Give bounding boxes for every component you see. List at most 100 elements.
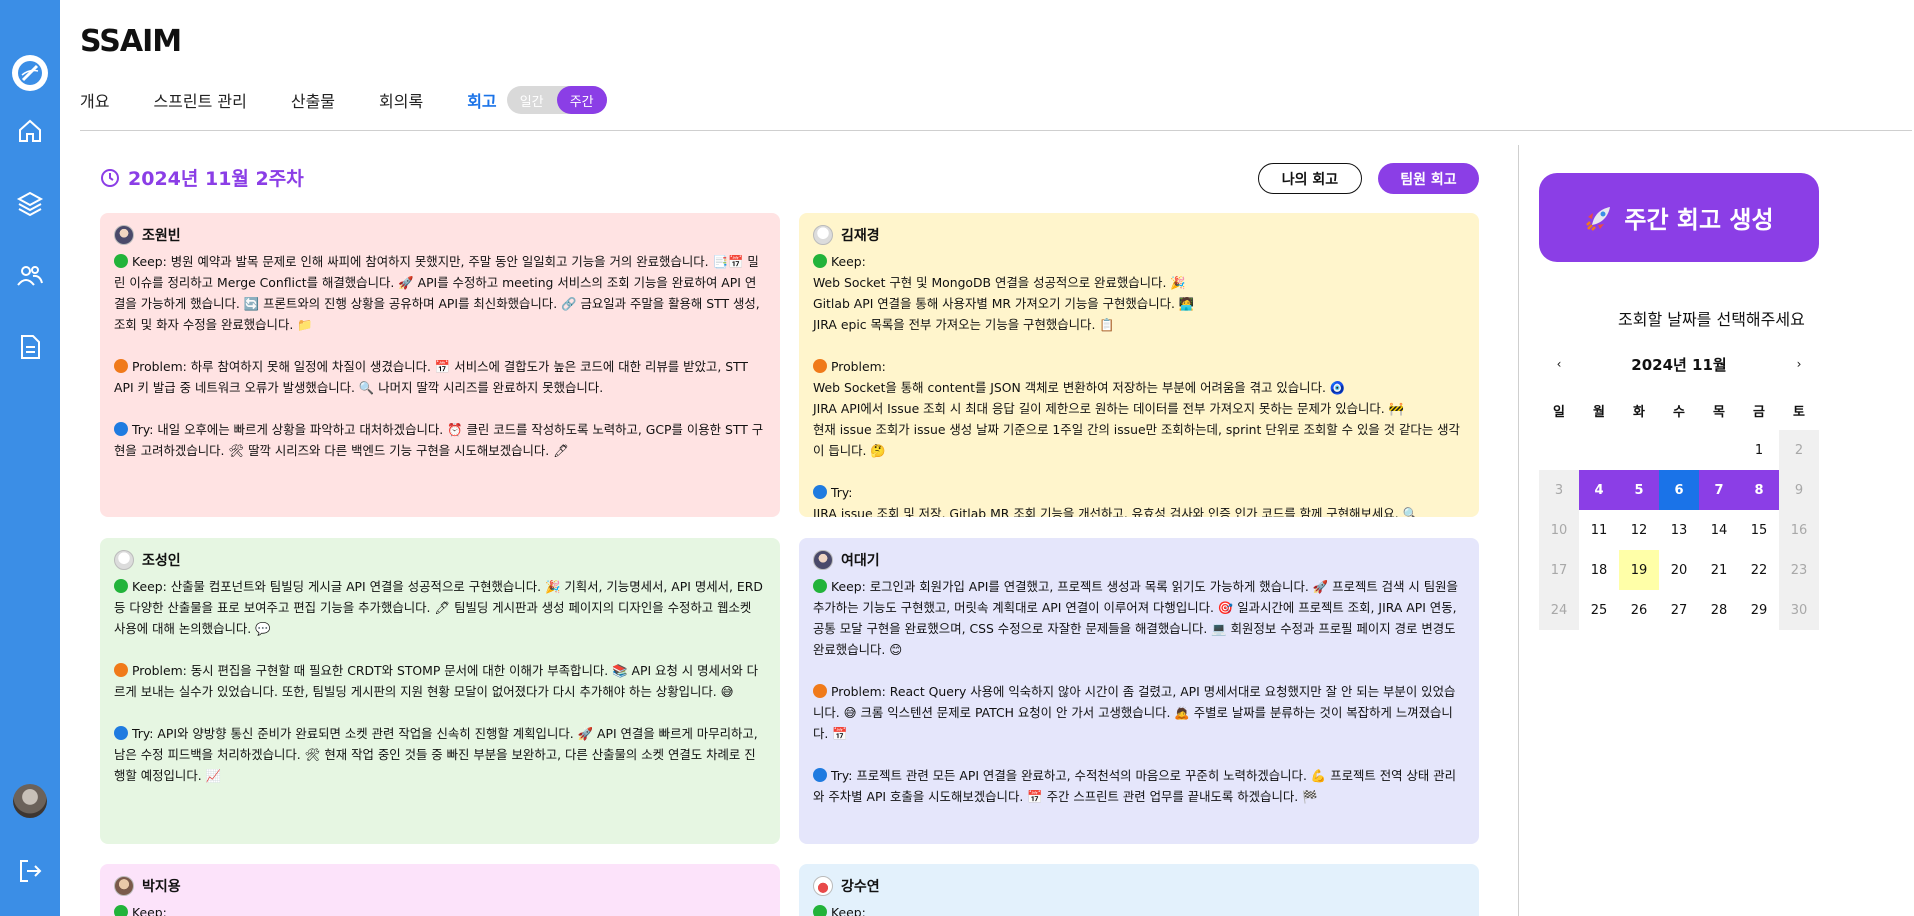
- keep-text: Keep: 로그인과 회원가입 API를 연결했고, 프로젝트 생성과 목록 읽…: [813, 579, 1458, 657]
- retro-card: 박지용 Keep:: [100, 864, 780, 916]
- empty-day: [1579, 430, 1619, 470]
- calendar-day[interactable]: 20: [1659, 550, 1699, 590]
- avatar: [114, 225, 134, 245]
- weekday-label: 월: [1593, 404, 1605, 420]
- green-circle-icon: [114, 579, 128, 593]
- calendar-day[interactable]: 9: [1779, 470, 1819, 510]
- generate-weekly-retro-button[interactable]: 주간 회고 생성: [1539, 173, 1819, 262]
- keep-text: Keep: 병원 예약과 발목 문제로 인해 싸피에 참여하지 못했지만, 주말…: [114, 254, 760, 332]
- calendar-day[interactable]: 16: [1779, 510, 1819, 550]
- green-circle-icon: [813, 905, 827, 916]
- calendar-day[interactable]: 30: [1779, 590, 1819, 630]
- weekday-label: 일: [1553, 404, 1565, 420]
- retro-card: 강수연 Keep:: [799, 864, 1479, 916]
- calendar-day[interactable]: 21: [1699, 550, 1739, 590]
- calendar-day[interactable]: 24: [1539, 590, 1579, 630]
- green-circle-icon: [114, 254, 128, 268]
- avatar: [114, 550, 134, 570]
- retro-card: 조성인 Keep: 산출물 컴포넌트와 팀빌딩 게시글 API 연결을 성공적으…: [100, 538, 780, 844]
- calendar-day[interactable]: 11: [1579, 510, 1619, 550]
- calendar-day[interactable]: 26: [1619, 590, 1659, 630]
- retro-card: 조원빈 Keep: 병원 예약과 발목 문제로 인해 싸피에 참여하지 못했지만…: [100, 213, 780, 517]
- calendar-day-selected[interactable]: 5: [1619, 470, 1659, 510]
- calendar-day[interactable]: 1: [1739, 430, 1779, 470]
- calendar-day-today[interactable]: 6: [1659, 470, 1699, 510]
- prev-month-button[interactable]: ‹: [1551, 357, 1567, 371]
- keep-text: Keep: Web Socket 구현 및 MongoDB 연결을 성공적으로 …: [813, 254, 1195, 332]
- my-retro-button[interactable]: 나의 회고: [1258, 163, 1362, 194]
- weekday-label: 화: [1633, 404, 1645, 420]
- avatar: [114, 876, 134, 896]
- logout-icon[interactable]: [12, 853, 48, 889]
- calendar-hint: 조회할 날짜를 선택해주세요: [1618, 310, 1805, 329]
- avatar: [813, 550, 833, 570]
- try-text: Try: JIRA issue 조회 및 저장, Gitlab MR 조회 기능…: [813, 485, 1419, 517]
- green-circle-icon: [813, 254, 827, 268]
- calendar-day[interactable]: 12: [1619, 510, 1659, 550]
- calendar-day[interactable]: 28: [1699, 590, 1739, 630]
- calendar-day[interactable]: 27: [1659, 590, 1699, 630]
- blue-circle-icon: [114, 726, 128, 740]
- green-circle-icon: [813, 579, 827, 593]
- empty-day: [1539, 430, 1579, 470]
- empty-day: [1619, 430, 1659, 470]
- team-retro-button[interactable]: 팀원 회고: [1378, 163, 1479, 194]
- weekday-label: 토: [1793, 404, 1805, 420]
- tab-bar: 개요 스프린트 관리 산출물 회의록 회고 일간 주간: [80, 86, 607, 114]
- users-icon[interactable]: [12, 257, 48, 293]
- blue-circle-icon: [813, 485, 827, 499]
- calendar-day[interactable]: 18: [1579, 550, 1619, 590]
- calendar-day-highlighted[interactable]: 19: [1619, 550, 1659, 590]
- calendar-day[interactable]: 15: [1739, 510, 1779, 550]
- problem-text: Problem: React Query 사용에 익숙하지 않아 시간이 좀 걸…: [813, 684, 1456, 741]
- retro-card: 김재경 Keep: Web Socket 구현 및 MongoDB 연결을 성공…: [799, 213, 1479, 517]
- tab-minutes[interactable]: 회의록: [379, 88, 423, 112]
- green-circle-icon: [114, 905, 128, 916]
- week-text: 2024년 11월 2주차: [128, 168, 304, 190]
- weekday-label: 금: [1753, 404, 1765, 420]
- calendar-day[interactable]: 10: [1539, 510, 1579, 550]
- member-name: 여대기: [841, 553, 880, 569]
- calendar-day-selected[interactable]: 7: [1699, 470, 1739, 510]
- toggle-weekly[interactable]: 주간: [556, 86, 607, 114]
- user-avatar[interactable]: [13, 784, 47, 818]
- try-text: Try: 내일 오후에는 빠르게 상황을 파악하고 대처하겠습니다. ⏰ 클린 …: [114, 422, 764, 458]
- tab-deliverables[interactable]: 산출물: [291, 88, 335, 112]
- calendar-month: 2024년 11월: [1631, 355, 1727, 374]
- tab-retrospective[interactable]: 회고: [467, 88, 496, 112]
- calendar-day-selected[interactable]: 4: [1579, 470, 1619, 510]
- tab-sprint[interactable]: 스프린트 관리: [153, 88, 246, 112]
- calendar: ‹ 2024년 11월 › 일 월 화 수 목 금 토 1 2 3 4 5 6 …: [1539, 348, 1819, 630]
- week-label: 2024년 11월 2주차: [100, 164, 304, 191]
- calendar-day[interactable]: 14: [1699, 510, 1739, 550]
- orange-circle-icon: [813, 359, 827, 373]
- weekday-label: 수: [1673, 404, 1685, 420]
- calendar-day-selected[interactable]: 8: [1739, 470, 1779, 510]
- calendar-day[interactable]: 13: [1659, 510, 1699, 550]
- document-icon[interactable]: [12, 329, 48, 365]
- toggle-daily[interactable]: 일간: [507, 86, 557, 114]
- sidebar: [0, 0, 60, 916]
- problem-text: Problem: 하루 참여하지 못해 일정에 차질이 생겼습니다. 📅 서비스…: [114, 359, 748, 395]
- tab-overview[interactable]: 개요: [80, 88, 109, 112]
- calendar-day[interactable]: 22: [1739, 550, 1779, 590]
- next-month-button[interactable]: ›: [1791, 357, 1807, 371]
- keep-text: Keep:: [813, 902, 1465, 916]
- calendar-day[interactable]: 29: [1739, 590, 1779, 630]
- home-icon[interactable]: [12, 113, 48, 149]
- calendar-day[interactable]: 3: [1539, 470, 1579, 510]
- problem-text: Problem: Web Socket을 통해 content를 JSON 객체…: [813, 359, 1460, 458]
- panel-divider: [1518, 145, 1519, 916]
- calendar-day[interactable]: 17: [1539, 550, 1579, 590]
- empty-day: [1659, 430, 1699, 470]
- layers-icon[interactable]: [12, 185, 48, 221]
- calendar-grid: 일 월 화 수 목 금 토 1 2 3 4 5 6 7 8 9 10 11 12…: [1539, 390, 1819, 630]
- keep-text: Keep: 산출물 컴포넌트와 팀빌딩 게시글 API 연결을 성공적으로 구현…: [114, 579, 763, 636]
- calendar-day[interactable]: 2: [1779, 430, 1819, 470]
- avatar: [813, 876, 833, 896]
- logo-icon[interactable]: [12, 55, 48, 91]
- calendar-day[interactable]: 23: [1779, 550, 1819, 590]
- generate-label: 주간 회고 생성: [1624, 206, 1774, 234]
- avatar: [813, 225, 833, 245]
- calendar-day[interactable]: 25: [1579, 590, 1619, 630]
